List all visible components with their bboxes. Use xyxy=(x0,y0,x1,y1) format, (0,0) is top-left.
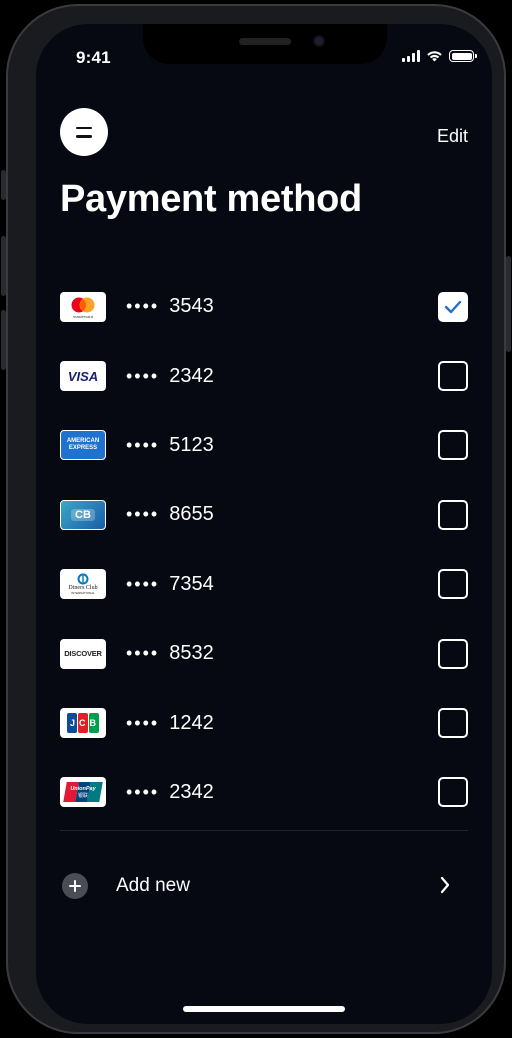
battery-icon xyxy=(449,50,477,62)
diners-wordmark-bottom: INTERNATIONAL xyxy=(71,591,95,596)
discover-logo-icon: DISCOVER xyxy=(60,638,106,669)
card-checkbox[interactable] xyxy=(438,777,468,808)
unionpay-wordmark-cn: 银联 xyxy=(77,792,88,799)
card-row-cb[interactable]: CB •••• 8655 xyxy=(60,480,468,549)
card-mask: •••• xyxy=(126,643,160,664)
card-row-amex[interactable]: AMERICAN EXPRESS •••• 5123 xyxy=(60,411,468,480)
plus-icon xyxy=(62,873,88,899)
phone-frame: 9:41 Edit Payment method mastercard ••••… xyxy=(1,4,511,1034)
card-mask: •••• xyxy=(126,296,160,317)
volume-down-button xyxy=(1,310,6,370)
chevron-right-icon xyxy=(440,876,450,894)
card-checkbox-checked[interactable] xyxy=(438,291,468,322)
card-row-unionpay[interactable]: UnionPay 银联 •••• 2342 xyxy=(60,758,468,827)
card-last4: 8655 xyxy=(169,503,214,526)
silent-switch xyxy=(1,170,6,200)
card-row-diners[interactable]: Diners Club INTERNATIONAL •••• 7354 xyxy=(60,550,468,619)
unionpay-logo-icon: UnionPay 银联 xyxy=(60,777,106,808)
card-row-visa[interactable]: VISA •••• 2342 xyxy=(60,341,468,410)
diners-mark-icon xyxy=(77,573,89,585)
checkmark-icon xyxy=(444,300,462,313)
amex-wordmark-bottom: EXPRESS xyxy=(68,445,98,452)
divider xyxy=(60,830,468,831)
card-checkbox[interactable] xyxy=(438,361,468,392)
cb-wordmark: CB xyxy=(71,508,95,521)
notch xyxy=(143,24,387,64)
card-mask: •••• xyxy=(126,504,160,525)
amex-wordmark-top: AMERICAN xyxy=(66,438,100,445)
wifi-icon xyxy=(427,51,442,62)
status-time: 9:41 xyxy=(76,48,111,67)
mastercard-logo-icon: mastercard xyxy=(60,291,106,322)
unionpay-mark: UnionPay 银联 xyxy=(63,782,103,803)
add-new-row[interactable]: Add new xyxy=(60,868,468,904)
card-mask: •••• xyxy=(126,573,160,594)
card-row-jcb[interactable]: JCB •••• 1242 xyxy=(60,688,468,757)
mastercard-wordmark: mastercard xyxy=(73,314,93,319)
card-checkbox[interactable] xyxy=(438,569,468,600)
card-list: mastercard •••• 3543 VISA •••• 2342 AMER… xyxy=(60,272,468,827)
amex-logo-icon: AMERICAN EXPRESS xyxy=(60,430,106,461)
card-checkbox[interactable] xyxy=(438,499,468,530)
speaker xyxy=(239,38,291,45)
cellular-signal-icon xyxy=(402,50,420,62)
card-last4: 3543 xyxy=(169,295,214,318)
front-camera xyxy=(313,35,325,47)
page-title: Payment method xyxy=(60,178,362,220)
card-last4: 7354 xyxy=(169,572,214,595)
jcb-wordmark: JCB xyxy=(69,718,100,729)
card-mask: •••• xyxy=(126,365,160,386)
diners-club-logo-icon: Diners Club INTERNATIONAL xyxy=(60,569,106,600)
discover-wordmark: DISCOVER xyxy=(64,649,102,659)
cb-logo-icon: CB xyxy=(60,499,106,530)
visa-wordmark: VISA xyxy=(67,368,99,384)
menu-line xyxy=(76,126,92,129)
edit-button[interactable]: Edit xyxy=(437,126,468,147)
menu-button[interactable] xyxy=(60,108,108,156)
card-checkbox[interactable] xyxy=(438,638,468,669)
home-indicator[interactable] xyxy=(183,1006,345,1012)
card-checkbox[interactable] xyxy=(438,430,468,461)
visa-logo-icon: VISA xyxy=(60,361,106,392)
card-last4: 2342 xyxy=(169,364,214,387)
card-mask: •••• xyxy=(126,781,160,802)
card-last4: 2342 xyxy=(169,780,214,803)
card-row-discover[interactable]: DISCOVER •••• 8532 xyxy=(60,619,468,688)
power-button xyxy=(506,256,511,352)
card-last4: 1242 xyxy=(169,711,214,734)
card-row-mastercard[interactable]: mastercard •••• 3543 xyxy=(60,272,468,341)
unionpay-wordmark: UnionPay xyxy=(70,785,96,792)
card-mask: •••• xyxy=(126,434,160,455)
jcb-logo-icon: JCB xyxy=(60,708,106,739)
menu-line xyxy=(76,135,92,138)
status-icons xyxy=(402,50,477,62)
card-last4: 5123 xyxy=(169,433,214,456)
card-last4: 8532 xyxy=(169,642,214,665)
card-checkbox[interactable] xyxy=(438,708,468,739)
card-mask: •••• xyxy=(126,712,160,733)
add-new-label: Add new xyxy=(116,875,190,896)
volume-up-button xyxy=(1,236,6,296)
screen: 9:41 Edit Payment method mastercard ••••… xyxy=(36,24,492,1024)
